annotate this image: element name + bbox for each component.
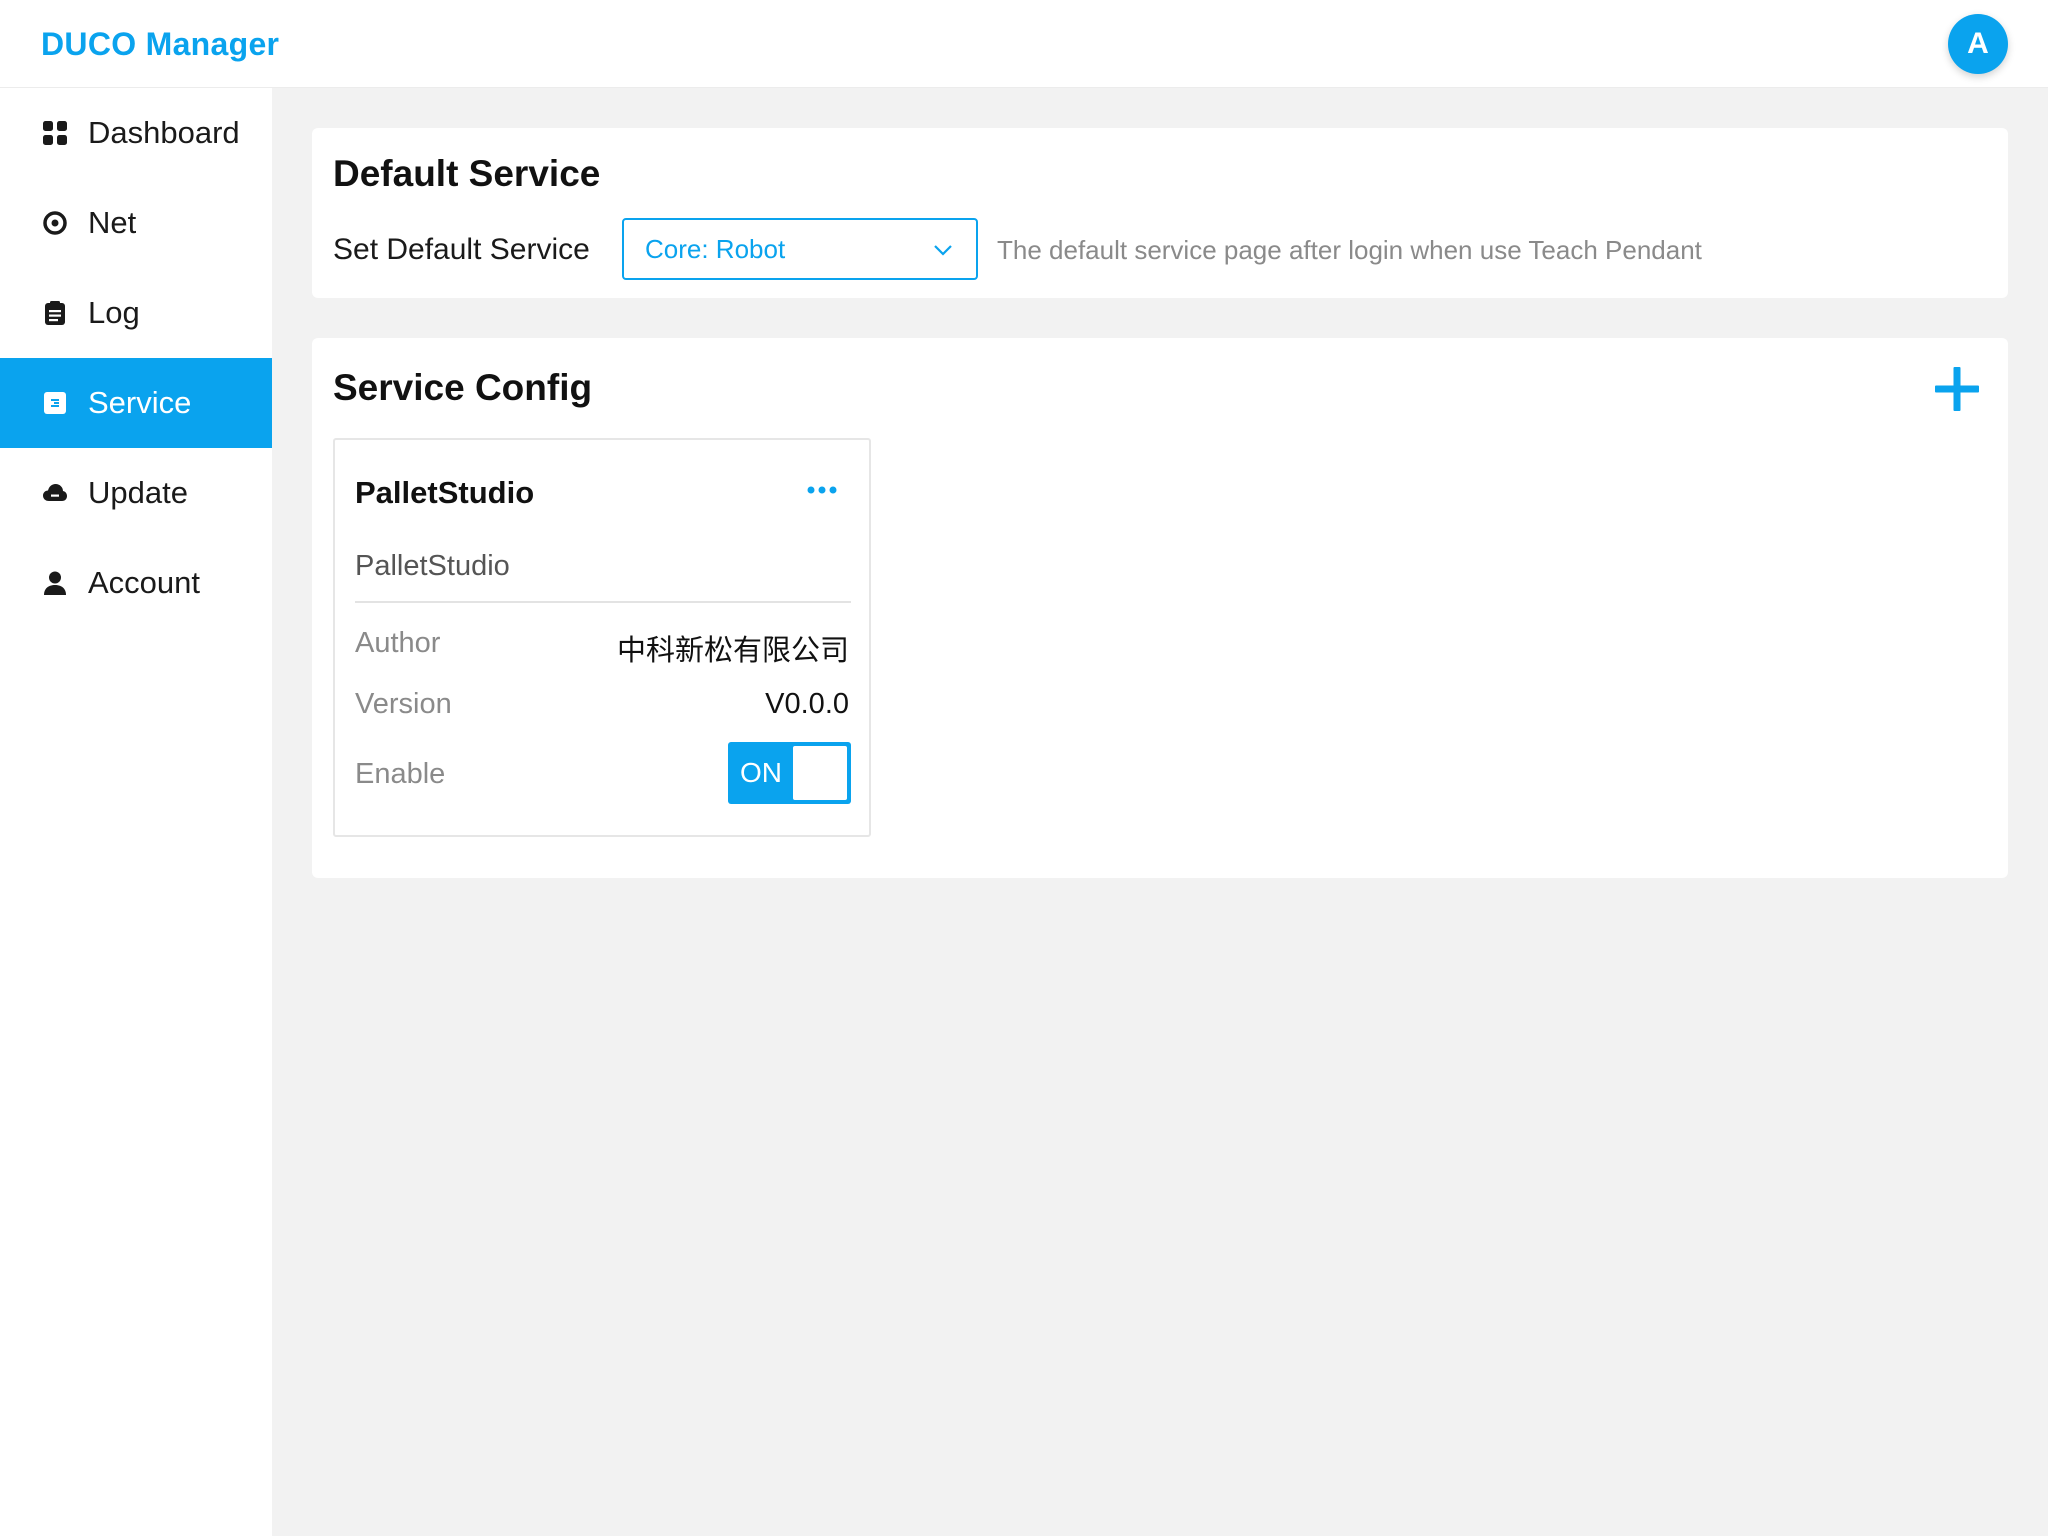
author-value: 中科新松有限公司 (616, 635, 849, 667)
cloud-icon (42, 480, 68, 506)
sidebar-item-account[interactable]: Account (0, 538, 272, 628)
card-divider (355, 601, 851, 603)
sidebar-item-service[interactable]: Service (0, 358, 272, 448)
dashboard-icon (42, 120, 68, 146)
sidebar: Dashboard Net Log Service Update Account (0, 88, 272, 1536)
add-service-button[interactable] (1932, 364, 1982, 414)
enable-toggle[interactable]: ON (728, 742, 851, 804)
plus-icon (1935, 367, 1979, 411)
service-card-title: PalletStudio (355, 475, 535, 510)
sidebar-item-net[interactable]: Net (0, 178, 272, 268)
sidebar-item-label: Update (88, 475, 188, 510)
more-options-icon[interactable] (805, 478, 839, 502)
sidebar-item-update[interactable]: Update (0, 448, 272, 538)
sidebar-item-label: Net (88, 205, 137, 240)
user-icon (42, 570, 68, 596)
default-service-hint: The default service page after login whe… (997, 235, 1702, 265)
sidebar-item-label: Log (88, 295, 140, 330)
top-bar: DUCO Manager A (0, 0, 2048, 88)
default-service-select[interactable]: Core: Robot (622, 218, 978, 280)
version-value: V0.0.0 (765, 688, 849, 720)
sidebar-item-label: Account (88, 565, 201, 600)
net-icon (42, 210, 68, 236)
app-brand[interactable]: DUCO Manager (41, 26, 279, 63)
sidebar-item-log[interactable]: Log (0, 268, 272, 358)
chevron-down-icon (932, 239, 954, 261)
toggle-knob (793, 746, 847, 800)
sidebar-item-label: Service (88, 385, 192, 420)
service-card: PalletStudio PalletStudio Author 中科新松有限公… (333, 438, 871, 837)
version-label: Version (355, 688, 452, 720)
service-card-subtitle: PalletStudio (355, 550, 510, 582)
user-avatar[interactable]: A (1948, 14, 2008, 74)
toggle-state-text: ON (740, 757, 782, 788)
service-config-title: Service Config (333, 367, 593, 408)
default-service-title: Default Service (333, 153, 601, 194)
sidebar-item-dashboard[interactable]: Dashboard (0, 88, 272, 178)
log-icon (42, 300, 68, 326)
author-label: Author (355, 627, 441, 659)
service-icon (42, 390, 68, 416)
set-default-service-label: Set Default Service (333, 233, 590, 266)
sidebar-item-label: Dashboard (88, 115, 240, 150)
enable-label: Enable (355, 758, 446, 790)
default-service-select-value: Core: Robot (645, 234, 786, 264)
